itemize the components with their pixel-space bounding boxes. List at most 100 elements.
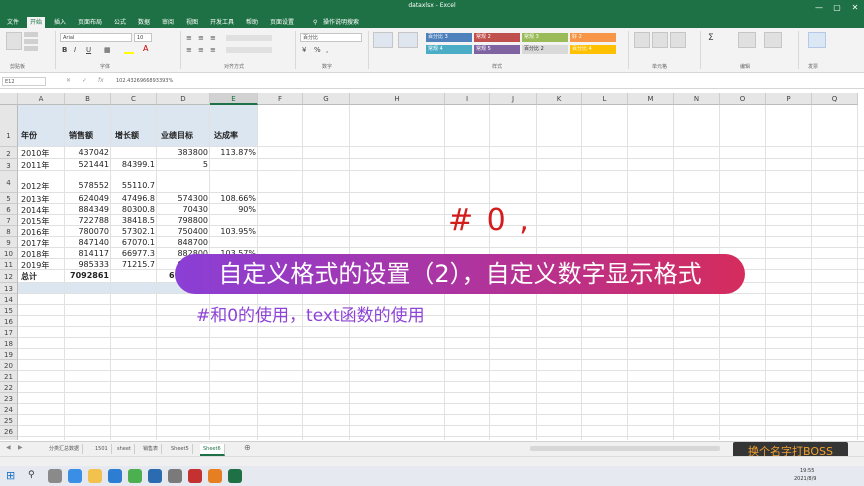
app-icon[interactable] — [108, 469, 122, 483]
tab-formulas[interactable]: 公式 — [111, 17, 129, 28]
cut-icon[interactable] — [24, 32, 38, 37]
bold-icon[interactable]: B — [62, 46, 67, 54]
file-explorer-icon[interactable] — [88, 469, 102, 483]
row-header[interactable]: 11 — [0, 259, 18, 270]
scroll-right-icon[interactable]: ▶ — [18, 444, 23, 451]
row-header[interactable]: 19 — [0, 349, 18, 360]
column-header[interactable]: P — [766, 93, 812, 105]
target-cell[interactable]: 383800 — [157, 148, 208, 157]
paste-icon[interactable] — [6, 32, 22, 50]
style-gallery-item[interactable]: 百分比 2 — [522, 45, 568, 54]
font-size-select[interactable]: 10 — [134, 33, 152, 42]
app-icon[interactable] — [168, 469, 182, 483]
year-cell[interactable]: 2012年 — [21, 181, 65, 192]
column-header[interactable]: L — [582, 93, 628, 105]
column-header[interactable]: O — [720, 93, 766, 105]
insert-cells-icon[interactable] — [634, 32, 650, 48]
sheet-tab[interactable]: sheet — [114, 444, 135, 454]
align-left-icon[interactable]: ≡ — [186, 46, 192, 54]
row-header[interactable]: 2 — [0, 147, 18, 159]
growth-cell[interactable]: 55110.7 — [111, 181, 155, 190]
column-header[interactable]: K — [537, 93, 582, 105]
minimize-button[interactable]: — — [812, 1, 826, 15]
task-view-icon[interactable] — [48, 469, 62, 483]
year-cell[interactable]: 2019年 — [21, 260, 65, 271]
year-cell[interactable]: 2014年 — [21, 205, 65, 216]
underline-icon[interactable]: U — [86, 46, 91, 54]
find-select-icon[interactable] — [764, 32, 782, 48]
excel-icon[interactable] — [228, 469, 242, 483]
sheet-tab[interactable]: 分类汇总数据 — [46, 444, 84, 454]
font-color-icon[interactable]: A — [143, 44, 148, 53]
wechat-icon[interactable] — [128, 469, 142, 483]
tab-insert[interactable]: 插入 — [51, 17, 69, 28]
tab-page-setup[interactable]: 页面设置 — [267, 17, 297, 28]
sales-cell[interactable]: 437042 — [65, 148, 109, 157]
column-header[interactable]: Q — [812, 93, 858, 105]
row-header[interactable]: 3 — [0, 159, 18, 171]
column-title[interactable]: 增长额 — [115, 130, 159, 141]
invoice-icon[interactable] — [808, 32, 826, 48]
target-cell[interactable]: 70430 — [157, 205, 208, 214]
rate-cell[interactable]: 103.95% — [210, 227, 256, 236]
tell-me-search[interactable]: 操作说明搜索 — [320, 17, 362, 28]
sales-cell[interactable]: 884349 — [65, 205, 109, 214]
column-header[interactable]: A — [18, 93, 65, 105]
column-header[interactable]: N — [674, 93, 720, 105]
row-header[interactable]: 24 — [0, 404, 18, 415]
sales-cell[interactable]: 985333 — [65, 260, 109, 269]
maximize-button[interactable]: ▢ — [830, 1, 844, 15]
year-cell[interactable]: 2010年 — [21, 148, 65, 159]
format-cells-icon[interactable] — [670, 32, 686, 48]
column-header[interactable]: G — [303, 93, 350, 105]
search-icon[interactable]: ⚲ — [28, 470, 35, 480]
sales-cell[interactable]: 780070 — [65, 227, 109, 236]
target-cell[interactable]: 5 — [157, 160, 208, 169]
autosum-icon[interactable]: Σ — [708, 33, 714, 43]
row-header[interactable]: 7 — [0, 215, 18, 226]
growth-cell[interactable]: 67070.1 — [111, 238, 155, 247]
rate-cell[interactable]: 113.87% — [210, 148, 256, 157]
scroll-left-icon[interactable]: ◀ — [6, 444, 11, 451]
word-icon[interactable] — [148, 469, 162, 483]
row-header[interactable]: 25 — [0, 415, 18, 426]
growth-cell[interactable]: 38418.5 — [111, 216, 155, 225]
add-sheet-icon[interactable]: ⊕ — [244, 443, 251, 452]
number-format-select[interactable]: 百分比 — [300, 33, 362, 42]
row-header[interactable]: 4 — [0, 171, 18, 193]
style-gallery-item[interactable]: 百分比 3 — [426, 33, 472, 42]
row-header[interactable]: 1 — [0, 105, 18, 147]
windows-start-icon[interactable]: ⊞ — [6, 469, 15, 482]
row-header[interactable]: 20 — [0, 360, 18, 371]
insert-function-icon[interactable]: fx — [98, 77, 104, 84]
format-as-table-icon[interactable] — [398, 32, 418, 48]
row-header[interactable]: 12 — [0, 270, 18, 283]
font-name-select[interactable]: Arial — [60, 33, 132, 42]
column-title[interactable]: 年份 — [21, 130, 65, 141]
formula-input[interactable]: 102.4326966893393% — [116, 77, 856, 86]
growth-cell[interactable]: 71215.7 — [111, 260, 155, 269]
style-gallery-item[interactable]: 常规 5 — [474, 45, 520, 54]
conditional-format-icon[interactable] — [373, 32, 393, 48]
column-header[interactable]: I — [445, 93, 490, 105]
align-center-icon[interactable]: ≡ — [198, 46, 204, 54]
growth-cell[interactable]: 66977.3 — [111, 249, 155, 258]
growth-cell[interactable]: 57302.1 — [111, 227, 155, 236]
style-gallery-item[interactable]: 常规 4 — [426, 45, 472, 54]
tab-view[interactable]: 视图 — [183, 17, 201, 28]
tab-page-layout[interactable]: 页面布局 — [75, 17, 105, 28]
row-header[interactable]: 13 — [0, 283, 18, 294]
row-header[interactable]: 23 — [0, 393, 18, 404]
select-all-corner[interactable] — [0, 93, 18, 105]
style-gallery-item[interactable]: 百分比 4 — [570, 45, 616, 54]
row-header[interactable]: 22 — [0, 382, 18, 393]
fill-color-icon[interactable] — [124, 52, 134, 54]
row-header[interactable]: 17 — [0, 327, 18, 338]
sheet-tab[interactable]: 1501 — [92, 444, 112, 454]
column-header[interactable]: B — [65, 93, 111, 105]
growth-cell[interactable]: 84399.1 — [111, 160, 155, 169]
tab-help[interactable]: 帮助 — [243, 17, 261, 28]
search-icon[interactable]: ⚲ — [310, 17, 320, 28]
row-header[interactable]: 6 — [0, 204, 18, 215]
year-cell[interactable]: 2017年 — [21, 238, 65, 249]
